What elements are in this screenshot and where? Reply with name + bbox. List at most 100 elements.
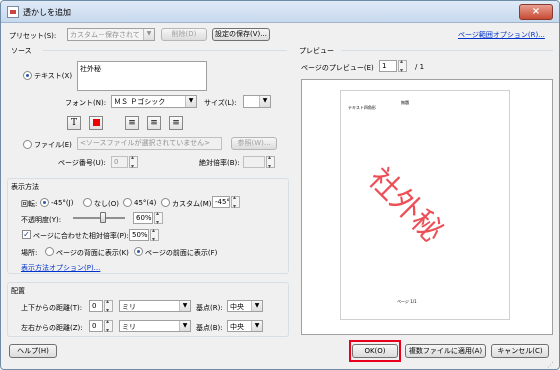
apply-multiple-files-button[interactable]: 複数ファイルに適用(A) xyxy=(405,344,486,358)
doc-left-text: テキスト四角形 xyxy=(348,105,376,110)
rotation-custom-label: カスタム(M) xyxy=(172,200,212,208)
rotation-none-label: なし(O) xyxy=(94,200,119,208)
save-preset-button[interactable]: 設定の保存(V)... xyxy=(212,28,270,41)
chevron-down-icon: ▼ xyxy=(185,96,196,107)
page-number-label: ページ番号(U): xyxy=(58,159,106,167)
chevron-down-icon: ▼ xyxy=(251,321,262,331)
horizontal-unit-select[interactable]: ミリ ▼ xyxy=(119,320,191,332)
vertical-distance-input[interactable]: 0 xyxy=(89,300,103,312)
app-icon xyxy=(7,6,19,18)
align-right-button[interactable]: ≡ xyxy=(169,116,183,130)
appearance-title: 表示方法 xyxy=(11,183,39,191)
vertical-distance-spinner[interactable] xyxy=(104,298,113,314)
location-back-label: ページの背面に表示(K) xyxy=(56,249,129,257)
opacity-slider-handle[interactable] xyxy=(100,212,106,223)
location-label: 場所: xyxy=(21,249,38,257)
horizontal-base-value: 中央 xyxy=(230,323,244,331)
rotation-45-radio[interactable] xyxy=(123,198,132,207)
fit-to-page-spinner[interactable] xyxy=(150,227,159,243)
absolute-scale-label: 絶対倍率(B): xyxy=(199,159,240,167)
horizontal-distance-label: 左右からの距離(Z): xyxy=(21,324,83,332)
source-title: ソース xyxy=(11,47,32,55)
resize-grip-icon[interactable]: ⋰ xyxy=(547,361,555,369)
doc-right-text: 無題 xyxy=(401,100,409,105)
opacity-spinner[interactable] xyxy=(154,210,163,226)
location-front-radio[interactable] xyxy=(134,247,143,256)
text-color-button[interactable] xyxy=(89,116,103,130)
color-swatch-icon xyxy=(92,119,100,126)
preview-separator xyxy=(341,50,553,51)
vertical-base-label: 基点(R): xyxy=(196,304,223,312)
file-radio[interactable] xyxy=(23,140,32,149)
ok-button[interactable]: OK(O) xyxy=(352,344,398,358)
preview-page-label: ページのプレビュー(E) xyxy=(301,64,374,72)
chevron-down-icon: ▼ xyxy=(143,29,154,40)
rotation-custom-input[interactable]: -45° xyxy=(212,196,230,208)
vertical-unit-value: ミリ xyxy=(122,303,136,311)
rotation-custom-spinner[interactable] xyxy=(231,194,240,210)
rotation-minus45-radio[interactable] xyxy=(40,198,49,207)
page-number-spinner[interactable] xyxy=(129,154,138,170)
preset-label: プリセット(S): xyxy=(9,32,57,40)
horizontal-distance-spinner[interactable] xyxy=(104,318,113,334)
preview-page-input[interactable]: 1 xyxy=(379,60,397,72)
opacity-label: 不透明度(Y): xyxy=(21,216,62,224)
appearance-options-link[interactable]: 表示方法オプション(P)... xyxy=(21,263,100,273)
doc-footer: ページ 1/1 xyxy=(397,299,417,304)
window-title: 透かしを追加 xyxy=(23,8,71,17)
location-back-radio[interactable] xyxy=(45,247,54,256)
size-select[interactable]: ▼ xyxy=(243,95,271,108)
watermark-preview-text: 社外秘 xyxy=(361,161,450,250)
delete-preset-button[interactable]: 削除(D) xyxy=(161,28,207,41)
file-radio-label: ファイル(E) xyxy=(34,141,72,149)
text-format-button[interactable]: T xyxy=(67,116,81,130)
preview-title: プレビュー xyxy=(299,47,334,55)
title-bar: 透かしを追加 × xyxy=(1,1,559,23)
preset-select-value: カスタム－保存されて xyxy=(70,31,140,39)
align-left-icon: ≡ xyxy=(128,118,136,128)
cancel-button[interactable]: キャンセル(C) xyxy=(491,344,549,358)
text-style-icon: T xyxy=(70,118,77,128)
rotation-custom-radio[interactable] xyxy=(161,198,170,207)
rotation-none-radio[interactable] xyxy=(83,198,92,207)
opacity-input[interactable]: 60% xyxy=(133,212,153,224)
vertical-base-value: 中央 xyxy=(230,303,244,311)
absolute-scale-spinner[interactable] xyxy=(266,154,275,170)
rotation-minus45-label: -45°(J) xyxy=(51,199,74,207)
horizontal-distance-input[interactable]: 0 xyxy=(89,320,103,332)
appearance-group xyxy=(7,178,289,274)
fit-to-page-input[interactable]: 50% xyxy=(129,229,149,241)
vertical-unit-select[interactable]: ミリ ▼ xyxy=(119,300,191,312)
text-radio[interactable] xyxy=(23,71,32,80)
chevron-down-icon: ▼ xyxy=(179,301,190,311)
watermark-text-input[interactable]: 社外秘 xyxy=(77,61,207,91)
size-label: サイズ(L): xyxy=(204,99,237,107)
watermark-dialog: 透かしを追加 × プリセット(S): カスタム－保存されて ▼ 削除(D) 設定… xyxy=(0,0,560,370)
rotation-45-label: 45°(4) xyxy=(134,199,157,207)
font-select-value: ＭＳ Ｐゴシック xyxy=(114,98,166,106)
page-number-input[interactable]: 0 xyxy=(111,156,128,168)
preset-select[interactable]: カスタム－保存されて ▼ xyxy=(67,28,155,41)
align-center-icon: ≡ xyxy=(150,118,158,128)
preview-page-spinner[interactable] xyxy=(398,58,407,74)
align-left-button[interactable]: ≡ xyxy=(125,116,139,130)
font-select[interactable]: ＭＳ Ｐゴシック ▼ xyxy=(111,95,197,108)
align-center-button[interactable]: ≡ xyxy=(147,116,161,130)
vertical-base-select[interactable]: 中央 ▼ xyxy=(227,300,263,312)
absolute-scale-input[interactable] xyxy=(243,156,265,168)
help-button[interactable]: ヘルプ(H) xyxy=(9,344,57,358)
text-radio-label: テキスト(X) xyxy=(34,72,73,80)
browse-button[interactable]: 参照(W)... xyxy=(231,137,277,150)
opacity-slider-track[interactable] xyxy=(73,217,125,219)
preview-pane: テキスト四角形 無題 ページ 1/1 社外秘 xyxy=(301,79,553,335)
horizontal-unit-value: ミリ xyxy=(122,323,136,331)
horizontal-base-select[interactable]: 中央 ▼ xyxy=(227,320,263,332)
source-separator xyxy=(43,50,287,51)
close-button[interactable]: × xyxy=(519,4,553,20)
source-file-field[interactable]: <ソースファイルが選択されていません> xyxy=(77,137,222,150)
fit-to-page-checkbox[interactable]: ✓ xyxy=(22,230,31,239)
vertical-distance-label: 上下からの距離(T): xyxy=(21,304,83,312)
chevron-down-icon: ▼ xyxy=(251,301,262,311)
preview-page-total: / 1 xyxy=(415,63,425,71)
page-range-options-link[interactable]: ページ範囲オプション(R)... xyxy=(458,30,545,40)
